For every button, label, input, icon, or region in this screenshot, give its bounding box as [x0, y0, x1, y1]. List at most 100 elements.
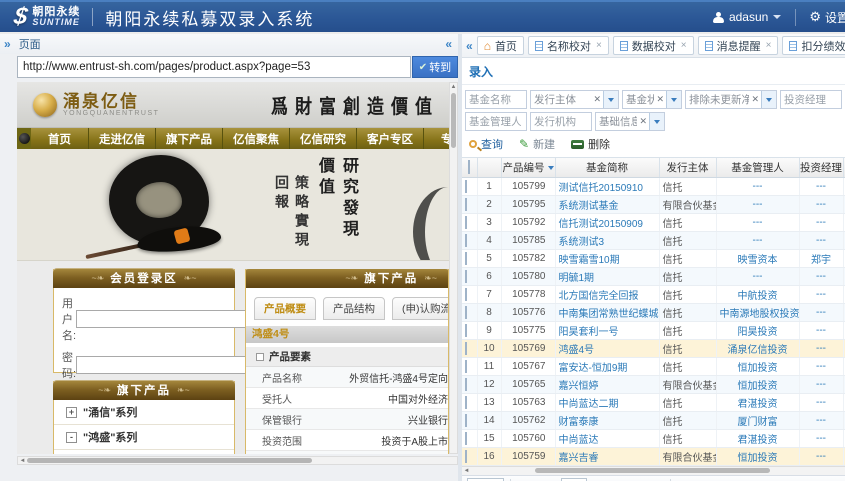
- tree-item[interactable]: +"涌信"系列: [54, 400, 234, 425]
- collapse-left-icon[interactable]: «: [445, 38, 452, 50]
- site-nav-item[interactable]: 亿信研究: [290, 128, 357, 149]
- row-checkbox-cell[interactable]: [462, 357, 477, 375]
- row-checkbox-cell[interactable]: [462, 195, 477, 213]
- collapse-left-icon[interactable]: «: [466, 40, 473, 52]
- filter-input[interactable]: [465, 90, 527, 109]
- url-input[interactable]: [17, 56, 411, 78]
- site-nav-item[interactable]: 专业: [424, 128, 449, 149]
- row-checkbox-cell[interactable]: [462, 285, 477, 303]
- fund-manager-link[interactable]: ---: [716, 231, 799, 249]
- table-row[interactable]: 10105769鸿盛4号信托涌泉亿信投资---外贸: [462, 339, 845, 357]
- site-horizontal-scrollbar[interactable]: ◄: [17, 456, 458, 465]
- fund-manager-link[interactable]: 君湛投资: [716, 393, 799, 411]
- fund-name-link[interactable]: 映雪霜雪10期: [555, 249, 659, 267]
- scroll-left-icon[interactable]: ◄: [462, 468, 471, 474]
- workspace-tab[interactable]: 扣分绩效统计×: [782, 36, 845, 55]
- site-nav-item[interactable]: 走进亿信: [89, 128, 156, 149]
- checkbox-icon[interactable]: [465, 198, 467, 211]
- checkbox-icon[interactable]: [465, 342, 467, 355]
- row-checkbox-cell[interactable]: [462, 393, 477, 411]
- fund-name-link[interactable]: 中尚蓝达二期: [555, 393, 659, 411]
- tree-item[interactable]: -"鸿盛"系列: [54, 425, 234, 450]
- row-checkbox-cell[interactable]: [462, 267, 477, 285]
- workspace-tab[interactable]: 数据校对×: [613, 36, 694, 55]
- checkbox-icon[interactable]: [468, 160, 470, 174]
- filter-combo[interactable]: 排除未更新净值基金✕: [685, 90, 777, 109]
- chevron-down-icon[interactable]: [666, 91, 681, 108]
- portfolio-manager-link[interactable]: ---: [799, 447, 843, 465]
- filter-combo[interactable]: 发行主体✕: [530, 90, 619, 109]
- checkbox-icon[interactable]: [465, 360, 467, 373]
- section-checkbox[interactable]: [256, 353, 264, 361]
- table-row[interactable]: 16105759嘉兴吉睿有限合伙基金恒加投资---恒加: [462, 447, 845, 465]
- col-header-manager[interactable]: 基金管理人: [716, 158, 799, 177]
- table-row[interactable]: 7105778北方国信完全回报信托中航投资---北方: [462, 285, 845, 303]
- checkbox-icon[interactable]: [465, 450, 467, 463]
- fund-manager-link[interactable]: 君湛投资: [716, 429, 799, 447]
- search-button[interactable]: 查询: [469, 136, 503, 152]
- table-row[interactable]: 8105776中南集团常熟世纪蝶城信托中南源地股权投资---爱建: [462, 303, 845, 321]
- portfolio-manager-link[interactable]: ---: [799, 321, 843, 339]
- collapse-minus-icon[interactable]: -: [66, 432, 77, 443]
- site-nav-item[interactable]: 亿信聚焦: [223, 128, 290, 149]
- fund-name-link[interactable]: 阳昊套利一号: [555, 321, 659, 339]
- portfolio-manager-link[interactable]: ---: [799, 303, 843, 321]
- go-button[interactable]: ✔ 转到: [412, 56, 458, 78]
- table-row[interactable]: 6105780明毓1期信托------山东: [462, 267, 845, 285]
- chevron-down-icon[interactable]: [761, 91, 776, 108]
- col-header-code[interactable]: 产品编号: [501, 158, 555, 177]
- checkbox-icon[interactable]: [465, 414, 467, 427]
- filter-input[interactable]: [780, 90, 842, 109]
- checkbox-icon[interactable]: [465, 432, 467, 445]
- product-detail-tab[interactable]: 产品结构: [323, 297, 385, 320]
- checkbox-icon[interactable]: [465, 180, 467, 193]
- row-checkbox-cell[interactable]: [462, 375, 477, 393]
- filter-combo[interactable]: 基金状态✕: [622, 90, 682, 109]
- portfolio-manager-link[interactable]: 郑宇: [799, 249, 843, 267]
- col-header-pm[interactable]: 投资经理: [799, 158, 843, 177]
- checkbox-icon[interactable]: [465, 324, 467, 337]
- workspace-tab[interactable]: ⌂首页: [477, 36, 524, 55]
- scroll-left-icon[interactable]: ◄: [18, 458, 27, 464]
- table-row[interactable]: 4105785系统测试3信托------中: [462, 231, 845, 249]
- delete-button[interactable]: 删除: [571, 136, 610, 152]
- portfolio-manager-link[interactable]: ---: [799, 177, 843, 195]
- fund-manager-link[interactable]: 恒加投资: [716, 357, 799, 375]
- clear-icon[interactable]: ✕: [654, 94, 666, 105]
- portfolio-manager-link[interactable]: ---: [799, 213, 843, 231]
- select-all-header[interactable]: [462, 158, 477, 177]
- user-menu[interactable]: adasun: [713, 10, 781, 24]
- tab-close-icon[interactable]: ×: [681, 40, 687, 51]
- filter-combo[interactable]: 基础信息待补✕: [595, 112, 665, 131]
- row-checkbox-cell[interactable]: [462, 303, 477, 321]
- expand-right-icon[interactable]: »: [4, 38, 11, 50]
- portfolio-manager-link[interactable]: ---: [799, 429, 843, 447]
- workspace-tab[interactable]: 消息提醒×: [698, 36, 779, 55]
- fund-manager-link[interactable]: 涌泉亿信投资: [716, 339, 799, 357]
- table-row[interactable]: 14105762财富泰康信托厦门财富---厦门: [462, 411, 845, 429]
- checkbox-icon[interactable]: [465, 252, 467, 265]
- table-row[interactable]: 2105795系统测试基金有限合伙基金------瑞毅: [462, 195, 845, 213]
- checkbox-icon[interactable]: [465, 216, 467, 229]
- fund-name-link[interactable]: 嘉兴恒婷: [555, 375, 659, 393]
- fund-manager-link[interactable]: 中航投资: [716, 285, 799, 303]
- site-hscroll-thumb[interactable]: [27, 458, 312, 463]
- fund-name-link[interactable]: 系统测试基金: [555, 195, 659, 213]
- site-nav-item[interactable]: 旗下产品: [156, 128, 223, 149]
- fund-manager-link[interactable]: ---: [716, 213, 799, 231]
- col-header-name[interactable]: 基金简称: [555, 158, 659, 177]
- checkbox-icon[interactable]: [465, 270, 467, 283]
- clear-icon[interactable]: ✕: [749, 94, 761, 105]
- tab-close-icon[interactable]: ×: [766, 40, 772, 51]
- fund-manager-link[interactable]: 映雪资本: [716, 249, 799, 267]
- workspace-tab[interactable]: 名称校对×: [528, 36, 609, 55]
- create-button[interactable]: ✎ 新建: [519, 136, 555, 152]
- checkbox-icon[interactable]: [465, 234, 467, 247]
- fund-manager-link[interactable]: ---: [716, 195, 799, 213]
- fund-manager-link[interactable]: 中南源地股权投资: [716, 303, 799, 321]
- site-vertical-scrollbar[interactable]: ▲: [449, 82, 458, 454]
- site-vscroll-thumb[interactable]: [451, 93, 456, 148]
- tab-close-icon[interactable]: ×: [596, 40, 602, 51]
- table-hscroll-thumb[interactable]: [535, 468, 770, 473]
- portfolio-manager-link[interactable]: ---: [799, 357, 843, 375]
